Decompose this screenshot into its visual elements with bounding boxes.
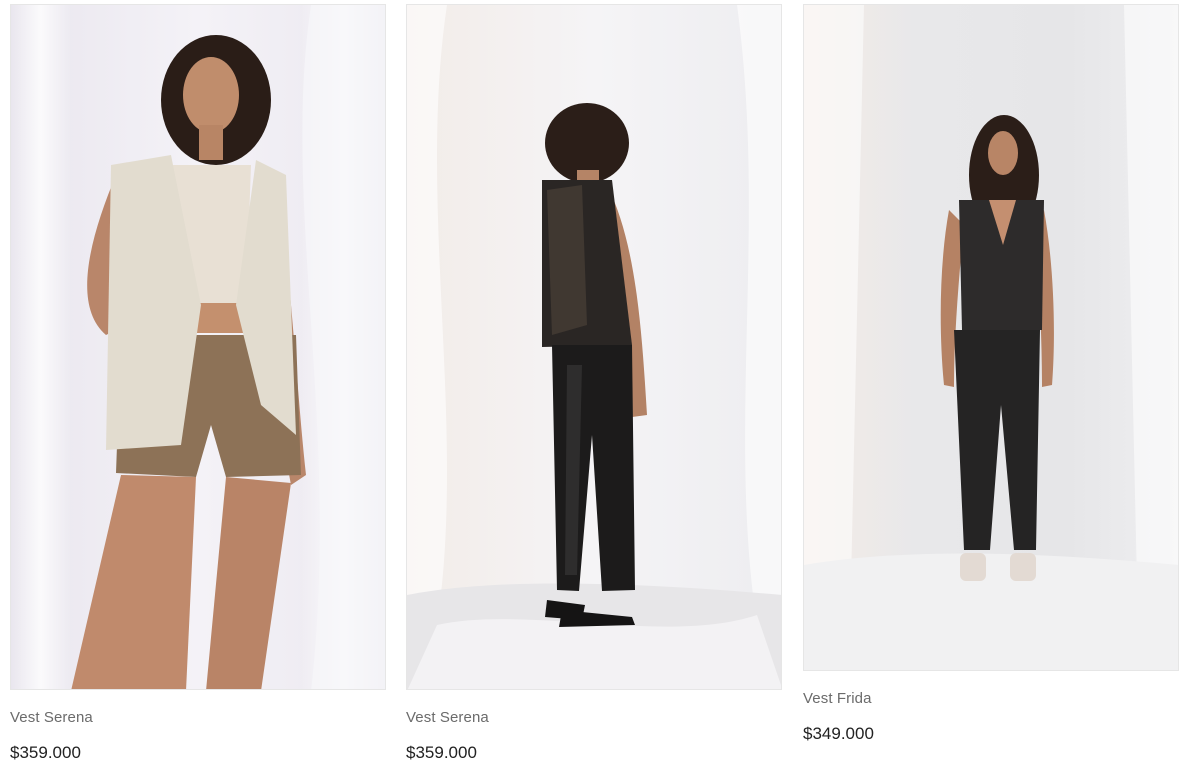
product-image[interactable] (803, 4, 1179, 671)
product-name[interactable]: Vest Serena (10, 708, 386, 728)
product-card[interactable]: Vest Frida $349.000 (803, 4, 1179, 745)
product-card[interactable]: Vest Serena $359.000 (406, 4, 782, 764)
product-price: $359.000 (406, 743, 477, 762)
product-price: $349.000 (803, 724, 874, 743)
product-image[interactable] (10, 4, 386, 690)
product-name[interactable]: Vest Serena (406, 708, 782, 728)
product-name[interactable]: Vest Frida (803, 689, 1179, 709)
product-image[interactable] (406, 4, 782, 690)
product-card[interactable]: Vest Serena $359.000 (10, 4, 386, 764)
product-price: $359.000 (10, 743, 81, 762)
product-photo (407, 5, 781, 689)
product-photo (11, 5, 385, 689)
product-photo (804, 5, 1178, 670)
product-grid: Vest Serena $359.000 Vest Serena $359.00… (0, 0, 1192, 770)
